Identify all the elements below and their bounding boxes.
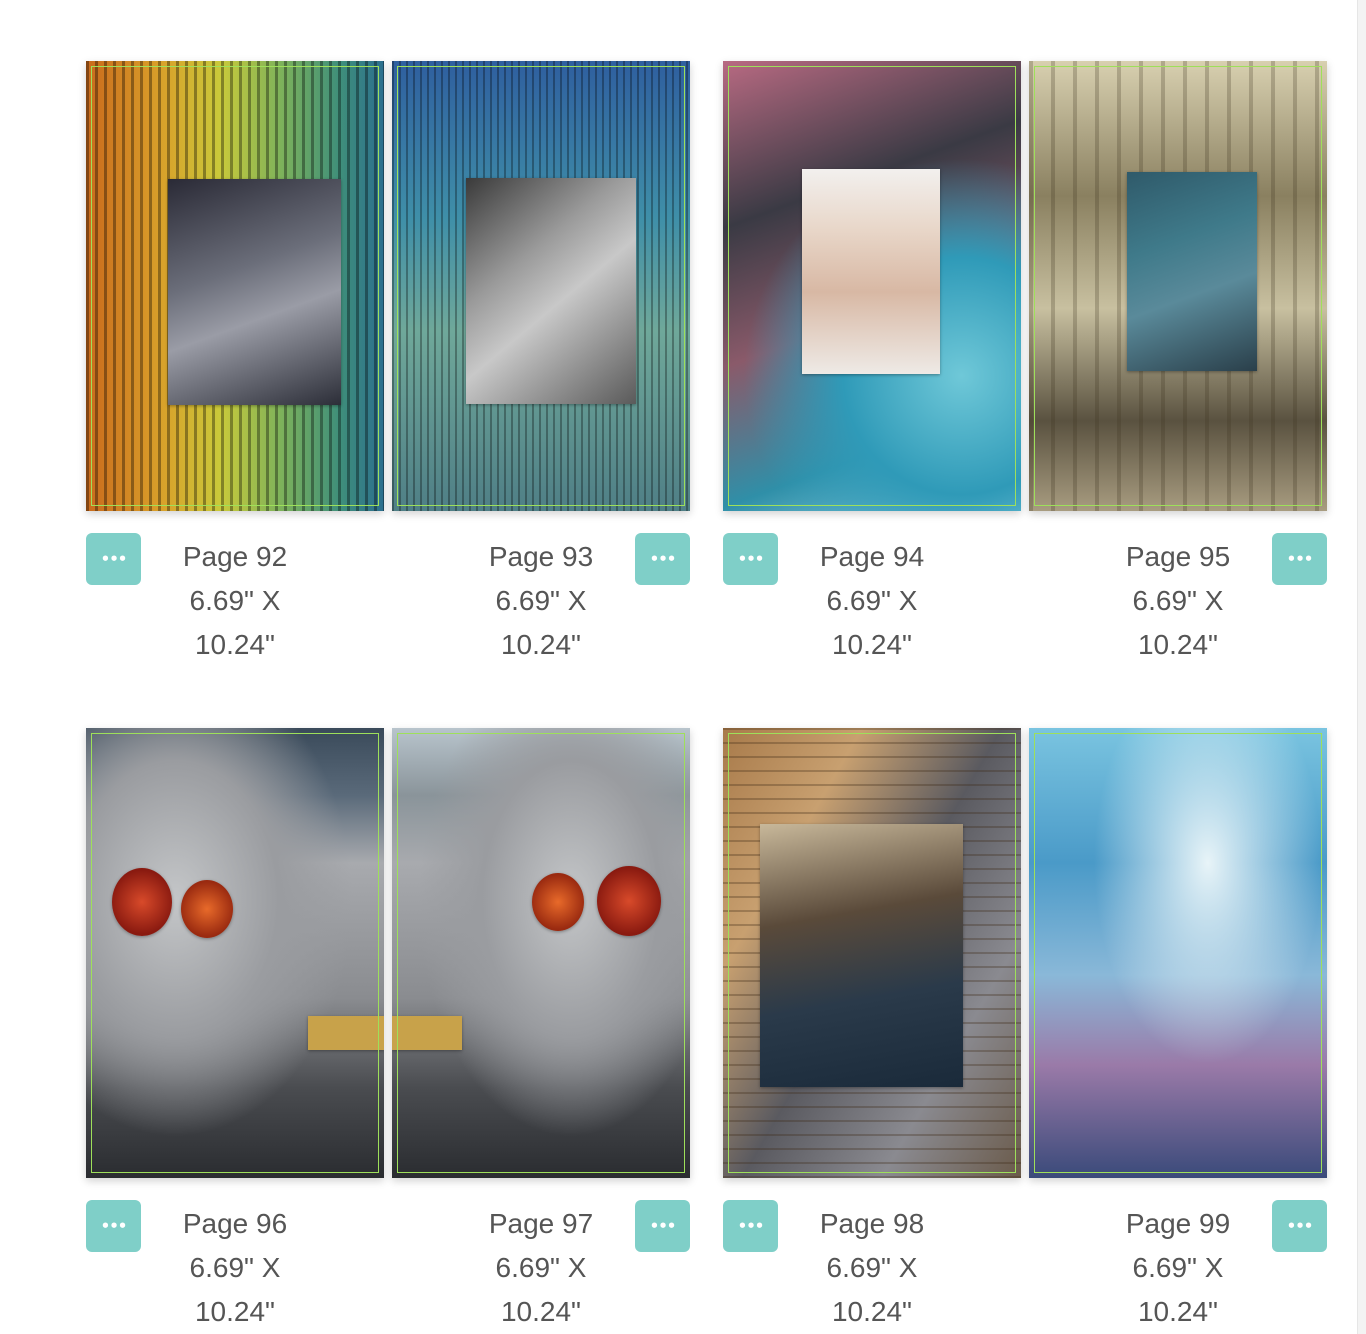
page-height: 10.24"	[500, 629, 581, 660]
page-name: Page 98	[819, 1208, 925, 1239]
photo-inset	[760, 824, 963, 1087]
page-caption-98: ••• Page 98 6.69" X 10.24"	[723, 1200, 1021, 1330]
taillight-right	[532, 873, 584, 931]
page-height: 10.24"	[1137, 1296, 1218, 1327]
page-caption-94: ••• Page 94 6.69" X 10.24"	[723, 533, 1021, 663]
page-thumbnail-96[interactable]	[86, 728, 384, 1178]
photo-inset	[168, 179, 341, 405]
page-name: Page 99	[1125, 1208, 1231, 1239]
page-menu-button[interactable]: •••	[635, 533, 690, 585]
taillight-right-outer	[597, 866, 661, 936]
page-label: Page 96 6.69" X 10.24"	[156, 1202, 314, 1334]
page-menu-button[interactable]: •••	[1272, 533, 1327, 585]
page-name: Page 97	[488, 1208, 594, 1239]
page-height: 10.24"	[194, 1296, 275, 1327]
scrollbar[interactable]	[1357, 0, 1366, 1334]
page-label: Page 99 6.69" X 10.24"	[1099, 1202, 1257, 1334]
bleed-guide	[91, 733, 379, 1173]
page-name: Page 95	[1125, 541, 1231, 572]
page-width: 6.69" X	[495, 1252, 587, 1283]
page-width: 6.69" X	[189, 585, 281, 616]
photo-inset	[1127, 172, 1257, 371]
page-name: Page 96	[182, 1208, 288, 1239]
page-thumbnail-93[interactable]	[392, 61, 690, 511]
page-menu-button[interactable]: •••	[1272, 1200, 1327, 1252]
page-caption-92: ••• Page 92 6.69" X 10.24"	[86, 533, 384, 663]
page-width: 6.69" X	[1132, 1252, 1224, 1283]
page-height: 10.24"	[194, 629, 275, 660]
page-label: Page 92 6.69" X 10.24"	[156, 535, 314, 667]
page-label: Page 97 6.69" X 10.24"	[462, 1202, 620, 1334]
page-width: 6.69" X	[189, 1252, 281, 1283]
page-width: 6.69" X	[826, 1252, 918, 1283]
page-name: Page 92	[182, 541, 288, 572]
page-menu-button[interactable]: •••	[723, 1200, 778, 1252]
spread-captions: ••• Page 94 6.69" X 10.24" ••• Page 95 6…	[723, 533, 1328, 663]
page-width: 6.69" X	[826, 585, 918, 616]
page-width: 6.69" X	[495, 585, 587, 616]
spread-92-93: ••• Page 92 6.69" X 10.24" ••• Page 93 6…	[86, 61, 691, 663]
page-thumbnail-94[interactable]	[723, 61, 1021, 511]
page-thumbnail-98[interactable]	[723, 728, 1021, 1178]
taillight-left-inner	[181, 880, 233, 938]
page-caption-93: ••• Page 93 6.69" X 10.24"	[392, 533, 690, 663]
page-height: 10.24"	[831, 1296, 912, 1327]
spread-98-99: ••• Page 98 6.69" X 10.24" ••• Page 99 6…	[723, 728, 1328, 1330]
page-caption-95: ••• Page 95 6.69" X 10.24"	[1029, 533, 1327, 663]
spread-pages	[86, 728, 691, 1178]
page-menu-button[interactable]: •••	[86, 533, 141, 585]
page-menu-button[interactable]: •••	[723, 533, 778, 585]
page-height: 10.24"	[500, 1296, 581, 1327]
page-height: 10.24"	[831, 629, 912, 660]
page-name: Page 93	[488, 541, 594, 572]
spread-pages	[86, 61, 691, 511]
photo-inset	[466, 178, 636, 404]
page-thumbnail-99[interactable]	[1029, 728, 1327, 1178]
spread-pages	[723, 728, 1328, 1178]
spread-94-95: ••• Page 94 6.69" X 10.24" ••• Page 95 6…	[723, 61, 1328, 663]
page-caption-99: ••• Page 99 6.69" X 10.24"	[1029, 1200, 1327, 1330]
page-height: 10.24"	[1137, 629, 1218, 660]
page-thumbnail-95[interactable]	[1029, 61, 1327, 511]
spread-captions: ••• Page 92 6.69" X 10.24" ••• Page 93 6…	[86, 533, 691, 663]
page-menu-button[interactable]: •••	[86, 1200, 141, 1252]
photo-inset	[802, 169, 940, 374]
spread-captions: ••• Page 98 6.69" X 10.24" ••• Page 99 6…	[723, 1200, 1328, 1330]
page-thumbnail-92[interactable]	[86, 61, 384, 511]
page-menu-button[interactable]: •••	[635, 1200, 690, 1252]
page-label: Page 93 6.69" X 10.24"	[462, 535, 620, 667]
page-label: Page 98 6.69" X 10.24"	[793, 1202, 951, 1334]
page-caption-96: ••• Page 96 6.69" X 10.24"	[86, 1200, 384, 1330]
taillight-left	[112, 868, 172, 936]
page-width: 6.69" X	[1132, 585, 1224, 616]
bleed-guide	[1034, 733, 1322, 1173]
page-label: Page 95 6.69" X 10.24"	[1099, 535, 1257, 667]
license-plate	[308, 1016, 384, 1050]
page-name: Page 94	[819, 541, 925, 572]
bleed-guide	[397, 733, 685, 1173]
page-label: Page 94 6.69" X 10.24"	[793, 535, 951, 667]
page-caption-97: ••• Page 97 6.69" X 10.24"	[392, 1200, 690, 1330]
license-plate	[392, 1016, 462, 1050]
spread-pages	[723, 61, 1328, 511]
page-thumbnail-97[interactable]	[392, 728, 690, 1178]
spread-96-97: ••• Page 96 6.69" X 10.24" ••• Page 97 6…	[86, 728, 691, 1330]
spread-captions: ••• Page 96 6.69" X 10.24" ••• Page 97 6…	[86, 1200, 691, 1330]
